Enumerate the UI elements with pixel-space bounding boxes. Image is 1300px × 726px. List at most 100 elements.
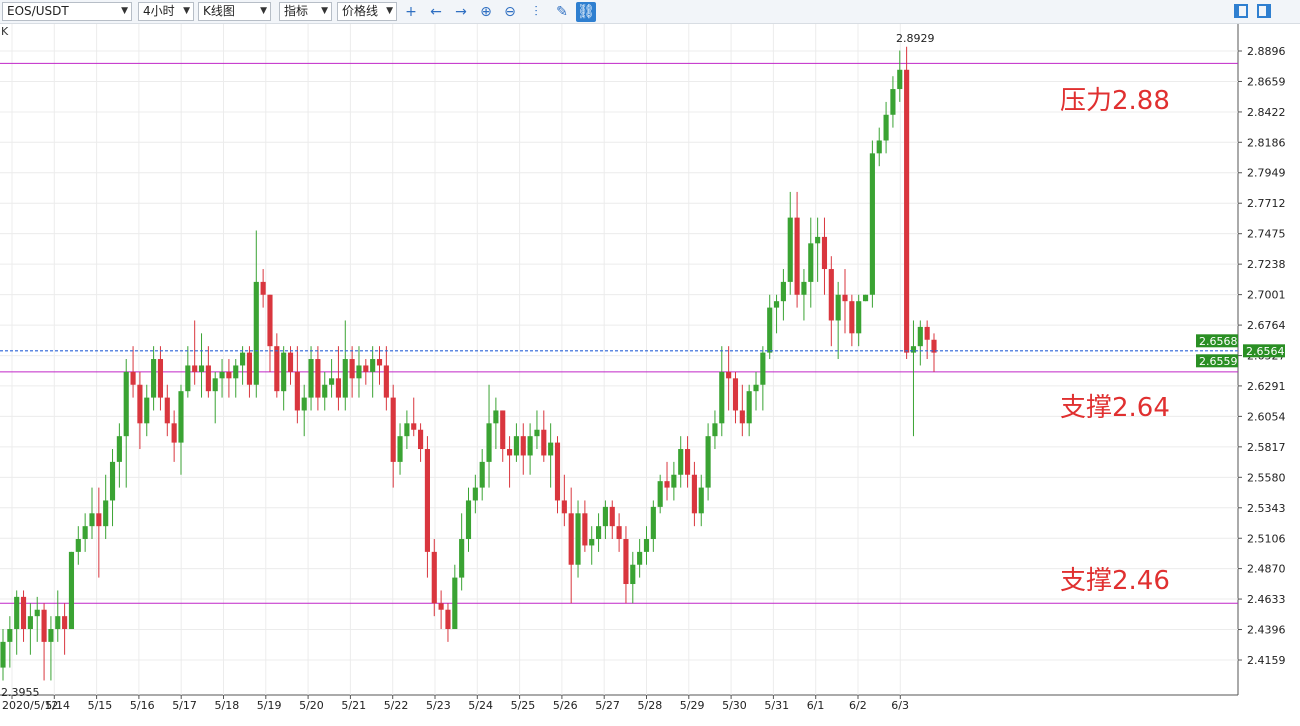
candle-body	[322, 384, 328, 398]
zoom-in-icon[interactable]: ⊕	[476, 2, 496, 22]
period-value: 4小时	[143, 4, 175, 18]
link-icon[interactable]: ⛓	[576, 2, 596, 22]
candle-body	[370, 359, 376, 372]
zoom-out-icon[interactable]: ⊖	[500, 2, 520, 22]
candle-body	[753, 384, 759, 392]
candle-body	[151, 359, 157, 398]
x-tick-label: 5/24	[468, 699, 493, 712]
candle-body	[130, 371, 136, 385]
candle-body	[308, 359, 314, 398]
candle-body	[68, 551, 75, 630]
candle-body	[55, 616, 61, 630]
symbol-select[interactable]: EOS/USDT ▼	[2, 2, 132, 21]
arrow-right-icon[interactable]: →	[451, 2, 471, 22]
arrow-left-icon[interactable]: ←	[426, 2, 446, 22]
candle-body	[479, 461, 485, 488]
y-tick-label: 2.8659	[1247, 75, 1286, 88]
x-tick-label: 5/23	[426, 699, 451, 712]
y-tick-label: 2.8896	[1247, 45, 1286, 58]
candle-body	[910, 346, 917, 353]
period-select[interactable]: 4小时 ▼	[138, 2, 194, 21]
y-tick-label: 2.5817	[1247, 441, 1286, 454]
candle-body	[500, 410, 506, 450]
candle-body	[801, 281, 807, 295]
candle-body	[123, 371, 129, 437]
y-tick-label: 2.4633	[1247, 593, 1286, 606]
price-tag-label: 2.6559	[1199, 355, 1238, 368]
y-tick-label: 2.5106	[1247, 532, 1286, 545]
candle-body	[726, 371, 732, 379]
candle-body	[390, 397, 396, 462]
candle-body	[869, 153, 875, 295]
candle-body	[246, 352, 253, 385]
candle-body	[335, 378, 342, 398]
candle-body	[575, 513, 581, 565]
chevron-down-icon: ▼	[386, 6, 393, 16]
y-tick-label: 2.7001	[1247, 289, 1286, 302]
candle-body	[75, 539, 81, 552]
candle-body	[137, 384, 143, 424]
candle-body	[281, 352, 287, 392]
candle-body	[780, 281, 786, 302]
candle-body	[14, 596, 20, 630]
candle-body	[554, 442, 561, 501]
candle-body	[260, 281, 266, 295]
x-tick-label: 6/3	[891, 699, 909, 712]
y-tick-label: 2.7238	[1247, 258, 1286, 271]
chevron-down-icon: ▼	[260, 6, 267, 16]
candle-body	[349, 359, 355, 379]
candle-body	[397, 436, 403, 462]
high-label: 2.8929	[896, 32, 935, 45]
candle-body	[582, 513, 588, 546]
candle-body	[630, 564, 636, 585]
y-tick-label: 2.5343	[1247, 502, 1286, 515]
candle-body	[719, 371, 725, 424]
layout-left-icon[interactable]	[1234, 4, 1248, 18]
candle-body	[315, 359, 321, 398]
candle-body	[732, 378, 739, 411]
candle-body	[541, 429, 547, 456]
layout-right-icon[interactable]	[1257, 4, 1271, 18]
crosshair-icon[interactable]: +	[401, 2, 421, 22]
candle-body	[157, 359, 164, 398]
candle-body	[548, 442, 554, 456]
candle-body	[890, 89, 896, 115]
candle-body	[253, 281, 259, 385]
x-tick-label: 5/14	[45, 699, 70, 712]
candle-body	[62, 616, 68, 630]
candle-body	[746, 391, 752, 424]
candle-body	[267, 294, 273, 347]
candle-body	[171, 423, 177, 443]
chart-type-select[interactable]: K线图 ▼	[198, 2, 271, 21]
candle-body	[404, 423, 410, 437]
y-tick-label: 2.8422	[1247, 106, 1286, 119]
candle-body	[198, 365, 205, 372]
indicator-select[interactable]: 指标 ▼	[279, 2, 332, 21]
candle-body	[637, 551, 643, 565]
candle-body	[20, 596, 27, 630]
candle-body	[465, 500, 472, 540]
candle-body	[411, 423, 417, 430]
candle-body	[712, 423, 718, 437]
support-label-2: 支撑2.46	[1060, 566, 1170, 596]
symbol-value: EOS/USDT	[7, 4, 69, 18]
y-tick-label: 2.6764	[1247, 319, 1286, 332]
resistance-label: 压力2.88	[1060, 86, 1170, 116]
candle-body	[301, 397, 307, 411]
candle-body	[445, 609, 451, 630]
candle-body	[240, 352, 246, 366]
candle-body	[459, 539, 465, 578]
candle-body	[329, 378, 335, 385]
candle-body	[144, 397, 150, 424]
candle-body	[274, 346, 280, 392]
indicator-value: 指标	[284, 4, 309, 18]
candlestick-chart[interactable]: 2.8896 2.8659 2.8422 2.8186 2.7949 2.7712 2.74…	[0, 24, 1300, 726]
candle-body	[862, 294, 869, 302]
candle-body	[431, 551, 437, 604]
price-line-select[interactable]: 价格线 ▼	[337, 2, 397, 21]
candle-body	[527, 436, 533, 456]
bar-scale-icon[interactable]: ⫶	[526, 2, 546, 22]
pencil-icon[interactable]: ✎	[552, 2, 572, 22]
y-tick-label: 2.5580	[1247, 471, 1286, 484]
y-tick-label: 2.7475	[1247, 228, 1286, 241]
